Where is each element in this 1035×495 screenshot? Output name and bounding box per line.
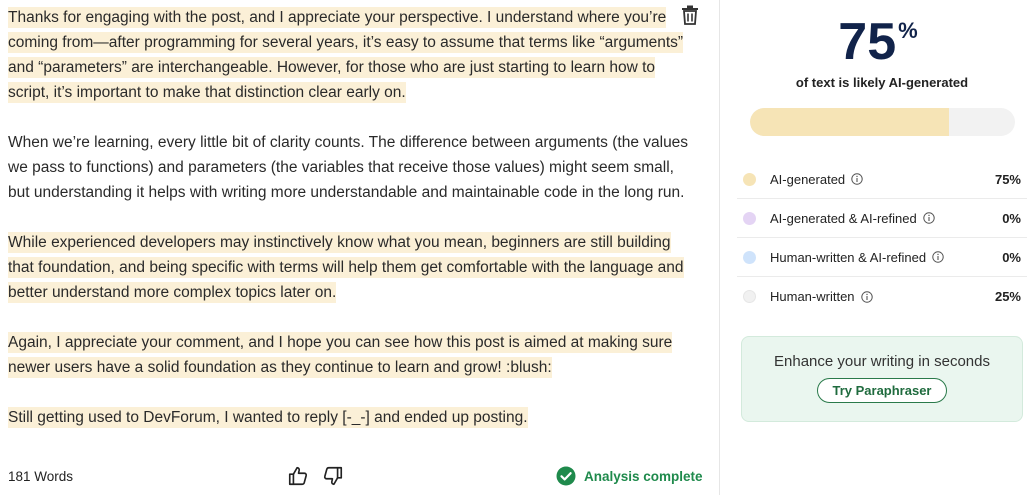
- result-legend: AI-generated 75% AI-generated & AI-refined…: [737, 160, 1027, 316]
- promo-text: Enhance your writing in seconds: [774, 353, 990, 370]
- ai-highlighted-text: While experienced developers may instinc…: [8, 232, 684, 303]
- status-text: Analysis complete: [584, 468, 703, 484]
- text-paragraph: When we’re learning, every little bit of…: [8, 130, 698, 205]
- legend-dot: [743, 172, 756, 186]
- legend-row: AI-generated 75%: [737, 160, 1027, 199]
- text-paragraph: Again, I appreciate your comment, and I …: [8, 330, 698, 380]
- text-paragraph: Still getting used to DevForum, I wanted…: [8, 405, 698, 430]
- legend-value: 75%: [994, 171, 1021, 187]
- analyzed-text: Thanks for engaging with the post, and I…: [8, 5, 698, 455]
- try-paraphraser-button[interactable]: Try Paraphraser: [817, 378, 947, 403]
- legend-dot: [743, 211, 756, 225]
- text-footer: 181 Words Analysis complete: [0, 460, 720, 495]
- info-icon[interactable]: [851, 173, 863, 185]
- percent-value: 75: [838, 13, 897, 71]
- legend-label: AI-generated: [770, 171, 846, 187]
- legend-row: Human-written & AI-refined 0%: [737, 238, 1027, 277]
- text-paragraph: While experienced developers may instinc…: [8, 230, 698, 305]
- legend-label: AI-generated & AI-refined: [770, 210, 917, 226]
- legend-dot: [743, 290, 756, 303]
- info-icon[interactable]: [860, 290, 873, 303]
- legend-value: 0%: [1002, 210, 1021, 226]
- legend-row: Human-written 25%: [737, 277, 1027, 316]
- word-count: 181 Words: [8, 469, 74, 484]
- thumbs-down-icon[interactable]: [322, 465, 344, 487]
- ai-percentage: 75%: [721, 12, 1035, 72]
- ai-highlighted-text: Thanks for engaging with the post, and I…: [8, 7, 684, 103]
- legend-dot: [743, 250, 756, 264]
- ai-progress-fill: [750, 108, 949, 136]
- text-panel: Thanks for engaging with the post, and I…: [0, 0, 720, 495]
- check-circle-icon: [556, 466, 576, 486]
- analysis-status: Analysis complete: [556, 466, 703, 486]
- ai-highlighted-text: Still getting used to DevForum, I wanted…: [8, 407, 528, 428]
- ai-highlighted-text: Again, I appreciate your comment, and I …: [8, 332, 673, 378]
- plain-text: When we’re learning, every little bit of…: [8, 134, 689, 201]
- thumbs-up-icon[interactable]: [287, 465, 309, 487]
- info-icon[interactable]: [932, 251, 944, 263]
- paraphraser-promo: Enhance your writing in seconds Try Para…: [741, 336, 1023, 422]
- legend-value: 0%: [1002, 249, 1021, 265]
- legend-label: Human-written & AI-refined: [770, 249, 927, 265]
- ai-progress-bar: [750, 108, 1015, 136]
- legend-row: AI-generated & AI-refined 0%: [737, 199, 1027, 238]
- info-icon[interactable]: [923, 212, 935, 224]
- legend-value: 25%: [994, 289, 1021, 304]
- trash-icon[interactable]: [681, 5, 699, 25]
- results-panel: 75% of text is likely AI-generated AI-ge…: [721, 0, 1035, 495]
- text-paragraph: Thanks for engaging with the post, and I…: [8, 5, 698, 105]
- legend-label: Human-written: [770, 289, 855, 304]
- percent-sign: %: [898, 18, 918, 43]
- result-subtitle: of text is likely AI-generated: [795, 75, 969, 90]
